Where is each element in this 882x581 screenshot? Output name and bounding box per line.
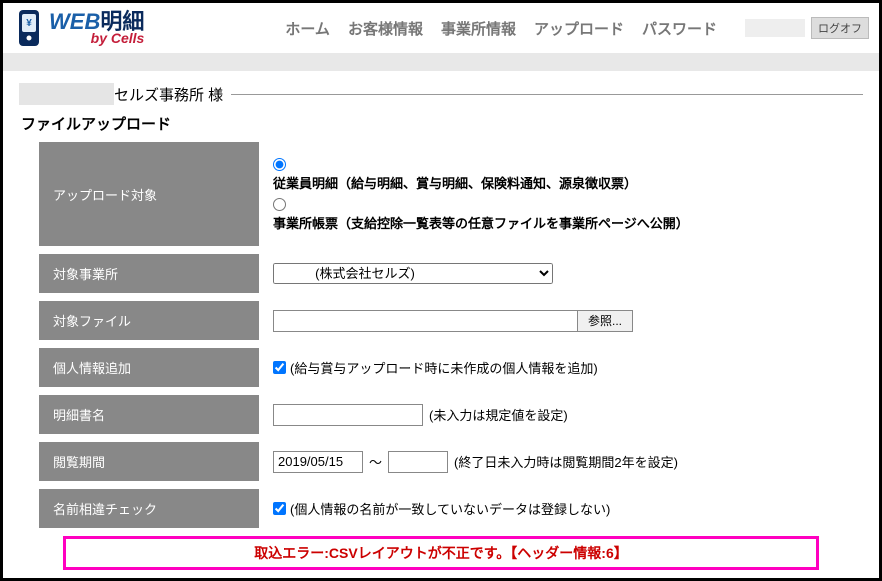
svg-text:¥: ¥ (26, 18, 32, 29)
nav-password[interactable]: パスワード (642, 18, 717, 39)
name-check-text: (個人情報の名前が一致していないデータは登録しない) (290, 499, 610, 518)
gray-bar (3, 53, 879, 71)
label-target-file: 対象ファイル (39, 301, 259, 340)
doc-name-hint: (未入力は規定値を設定) (429, 405, 568, 424)
header: ¥ WEB明細 by Cells ホーム お客様情報 事業所情報 アップロード … (3, 3, 879, 53)
add-info-text: (給与賞与アップロード時に未作成の個人情報を追加) (290, 358, 598, 377)
label-add-info: 個人情報追加 (39, 348, 259, 387)
radio-office[interactable] (273, 198, 286, 211)
logo-sub: by Cells (49, 31, 144, 45)
select-target-office[interactable]: (株式会社セルズ) (273, 263, 553, 284)
phone-icon: ¥ (13, 8, 45, 48)
nav-upload[interactable]: アップロード (534, 18, 624, 39)
tilde: ～ (369, 452, 382, 471)
label-doc-name: 明細書名 (39, 395, 259, 434)
browse-button[interactable]: 参照... (578, 310, 633, 332)
nav-customer[interactable]: お客様情報 (348, 18, 423, 39)
label-view-period: 閲覧期間 (39, 442, 259, 481)
input-period-end[interactable] (388, 451, 448, 473)
title-row: セルズ事務所 様 (19, 83, 863, 105)
nav: ホーム お客様情報 事業所情報 アップロード パスワード ログオフ (285, 17, 869, 39)
user-box (745, 19, 805, 37)
checkbox-name-check[interactable] (273, 502, 286, 515)
checkbox-add-info[interactable] (273, 361, 286, 374)
radio-office-label: 事業所帳票（支給控除一覧表等の任意ファイルを事業所ページへ公開） (273, 213, 689, 232)
nav-office[interactable]: 事業所情報 (441, 18, 516, 39)
logoff-button[interactable]: ログオフ (811, 17, 869, 39)
logo: ¥ WEB明細 by Cells (13, 8, 144, 48)
file-path-field[interactable] (273, 310, 578, 332)
period-hint: (終了日未入力時は閲覧期間2年を設定) (454, 452, 678, 471)
title-text: セルズ事務所 様 (114, 84, 223, 105)
error-text: 取込エラー:CSVレイアウトが不正です。【ヘッダー情報:6】 (254, 545, 628, 561)
input-period-start[interactable] (273, 451, 363, 473)
label-upload-target: アップロード対象 (39, 142, 259, 246)
input-doc-name[interactable] (273, 404, 423, 426)
nav-home[interactable]: ホーム (285, 18, 330, 39)
label-name-check: 名前相違チェック (39, 489, 259, 528)
radio-employee[interactable] (273, 158, 286, 171)
section-title: ファイルアップロード (21, 113, 861, 134)
title-gray-box (19, 83, 114, 105)
error-box: 取込エラー:CSVレイアウトが不正です。【ヘッダー情報:6】 (63, 536, 819, 570)
radio-employee-label: 従業員明細（給与明細、賞与明細、保険料通知、源泉徴収票） (273, 173, 637, 192)
form: アップロード対象 従業員明細（給与明細、賞与明細、保険料通知、源泉徴収票） 事業… (39, 142, 843, 528)
label-target-office: 対象事業所 (39, 254, 259, 293)
